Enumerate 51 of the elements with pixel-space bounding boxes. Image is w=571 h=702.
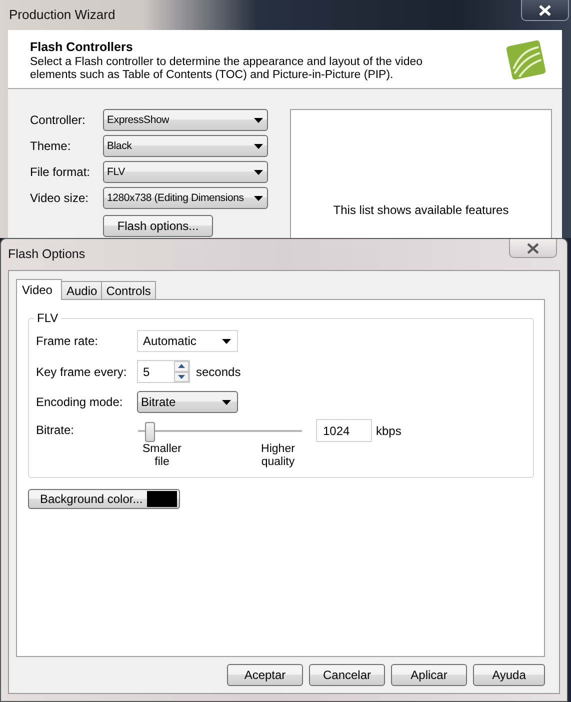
dropdown[interactable]: FLV: [103, 161, 268, 183]
close-icon: [539, 4, 551, 16]
field-label: Bitrate:: [36, 422, 76, 437]
tab[interactable]: Controls: [101, 281, 156, 299]
down-arrow-icon: [178, 374, 185, 379]
dialog-button[interactable]: Aplicar: [391, 664, 467, 686]
tab[interactable]: Audio: [61, 281, 102, 299]
unit-label: seconds: [196, 364, 241, 378]
dropdown[interactable]: Bitrate: [137, 391, 238, 413]
field-label: File format:: [30, 165, 92, 179]
field-label: Controller:: [30, 113, 86, 127]
window-title: Production Wizard: [9, 6, 116, 22]
dropdown[interactable]: Black: [103, 135, 268, 157]
background-color-button[interactable]: Background color...: [28, 489, 180, 509]
up-arrow-icon: [178, 364, 185, 368]
slider-max-label: Higher quality: [260, 443, 296, 469]
flash-options-button[interactable]: Flash options...: [103, 215, 213, 237]
field-label: Frame rate:: [36, 334, 100, 348]
dialog-title: Flash Options: [8, 246, 86, 261]
caret-icon: [254, 118, 263, 122]
caret-icon: [222, 338, 231, 344]
unit-label: kbps: [376, 424, 402, 438]
spin-up-button[interactable]: [174, 361, 189, 372]
dialog-button[interactable]: Cancelar: [309, 664, 385, 686]
close-button[interactable]: [521, 0, 569, 21]
close-icon: [527, 242, 539, 254]
heading: Flash Controllers: [30, 40, 134, 54]
caret-icon: [222, 400, 231, 404]
dialog-button[interactable]: Ayuda: [473, 664, 545, 686]
description: Select a Flash controller to determine the appearance and layout of the video elements such as Table of Contents (TOC) and Picture-in-Picture (PIP).: [30, 56, 424, 82]
input-field[interactable]: 1024: [316, 419, 372, 442]
dialog-button[interactable]: Aceptar: [227, 664, 303, 686]
caret-icon: [254, 144, 263, 148]
tab[interactable]: Video: [16, 279, 62, 300]
caret-icon: [254, 170, 263, 174]
field-label: Encoding mode:: [36, 395, 124, 409]
slider-min-label: Smaller file: [142, 443, 182, 469]
feature-list-text: This list shows available features: [333, 203, 509, 217]
dropdown[interactable]: ExpressShow: [103, 109, 268, 131]
spin-box[interactable]: 5: [137, 360, 190, 383]
dropdown[interactable]: 1280x738 (Editing Dimensions: [103, 187, 268, 209]
caret-icon: [254, 196, 263, 200]
spin-down-button[interactable]: [174, 372, 189, 382]
slider[interactable]: [138, 421, 302, 443]
dropdown[interactable]: Automatic: [137, 330, 238, 352]
field-label: Theme:: [30, 139, 72, 153]
close-button[interactable]: [509, 239, 557, 258]
field-label: Key frame every:: [36, 364, 128, 378]
slider-thumb[interactable]: [144, 422, 155, 442]
field-label: Video size:: [30, 191, 90, 205]
group-title: FLV: [34, 311, 62, 325]
